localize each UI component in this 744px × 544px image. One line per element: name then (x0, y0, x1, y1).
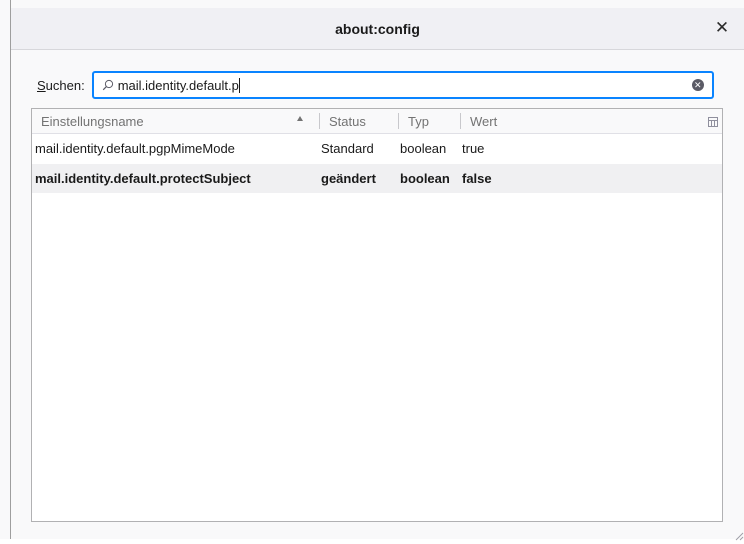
close-button[interactable]: ✕ (712, 18, 732, 38)
column-header-type-label: Typ (408, 113, 429, 129)
search-field-wrap: mail.identity.default.p (118, 77, 240, 93)
search-row: Suchen: mail.identity.default.p ✕ (37, 71, 714, 99)
table-row[interactable]: mail.identity.default.protectSubject geä… (32, 164, 722, 193)
search-icon (102, 79, 114, 91)
dialog-content: Suchen: mail.identity.default.p ✕ Einste… (11, 50, 744, 541)
column-picker-icon[interactable] (708, 115, 718, 127)
row-pref-value: true (462, 141, 485, 156)
column-separator[interactable] (398, 113, 399, 129)
column-header-value-label: Wert (470, 113, 498, 129)
search-input[interactable]: mail.identity.default.p (118, 78, 239, 93)
row-pref-type: boolean (400, 171, 450, 186)
search-label-accesskey: S (37, 77, 46, 93)
row-pref-name: mail.identity.default.protectSubject (35, 171, 251, 186)
column-header-type[interactable]: Typ (408, 109, 458, 133)
column-header-status-label: Status (329, 113, 366, 129)
sort-ascending-icon (297, 116, 303, 121)
search-label: Suchen: (37, 78, 85, 93)
tree-header: Einstellungsname Status Typ Wert (32, 109, 722, 134)
row-pref-status: geändert (321, 171, 376, 186)
row-pref-value: false (462, 171, 492, 186)
resize-grip-icon[interactable] (734, 529, 744, 541)
column-header-status[interactable]: Status (329, 109, 397, 133)
search-box[interactable]: mail.identity.default.p ✕ (91, 71, 714, 99)
clear-search-icon[interactable]: ✕ (691, 79, 704, 91)
preferences-tree[interactable]: Einstellungsname Status Typ Wert mail.id… (31, 108, 723, 522)
column-header-name-label: Einstellungsname (41, 113, 144, 129)
dialog-title: about:config (335, 20, 420, 37)
row-pref-type: boolean (400, 141, 447, 156)
column-header-value[interactable]: Wert (470, 109, 690, 133)
close-icon: ✕ (714, 18, 730, 37)
title-bar: about:config ✕ (11, 8, 744, 50)
column-header-name[interactable]: Einstellungsname (41, 109, 331, 133)
table-row[interactable]: mail.identity.default.pgpMimeMode Standa… (32, 134, 722, 163)
text-caret (238, 77, 240, 93)
row-pref-status: Standard (321, 141, 374, 156)
dialog-window: about:config ✕ Suchen: mail.identity.def… (0, 0, 744, 541)
column-separator[interactable] (460, 113, 461, 129)
search-label-text: uchen: (45, 77, 85, 93)
column-separator[interactable] (319, 113, 320, 129)
row-pref-name: mail.identity.default.pgpMimeMode (35, 141, 235, 156)
